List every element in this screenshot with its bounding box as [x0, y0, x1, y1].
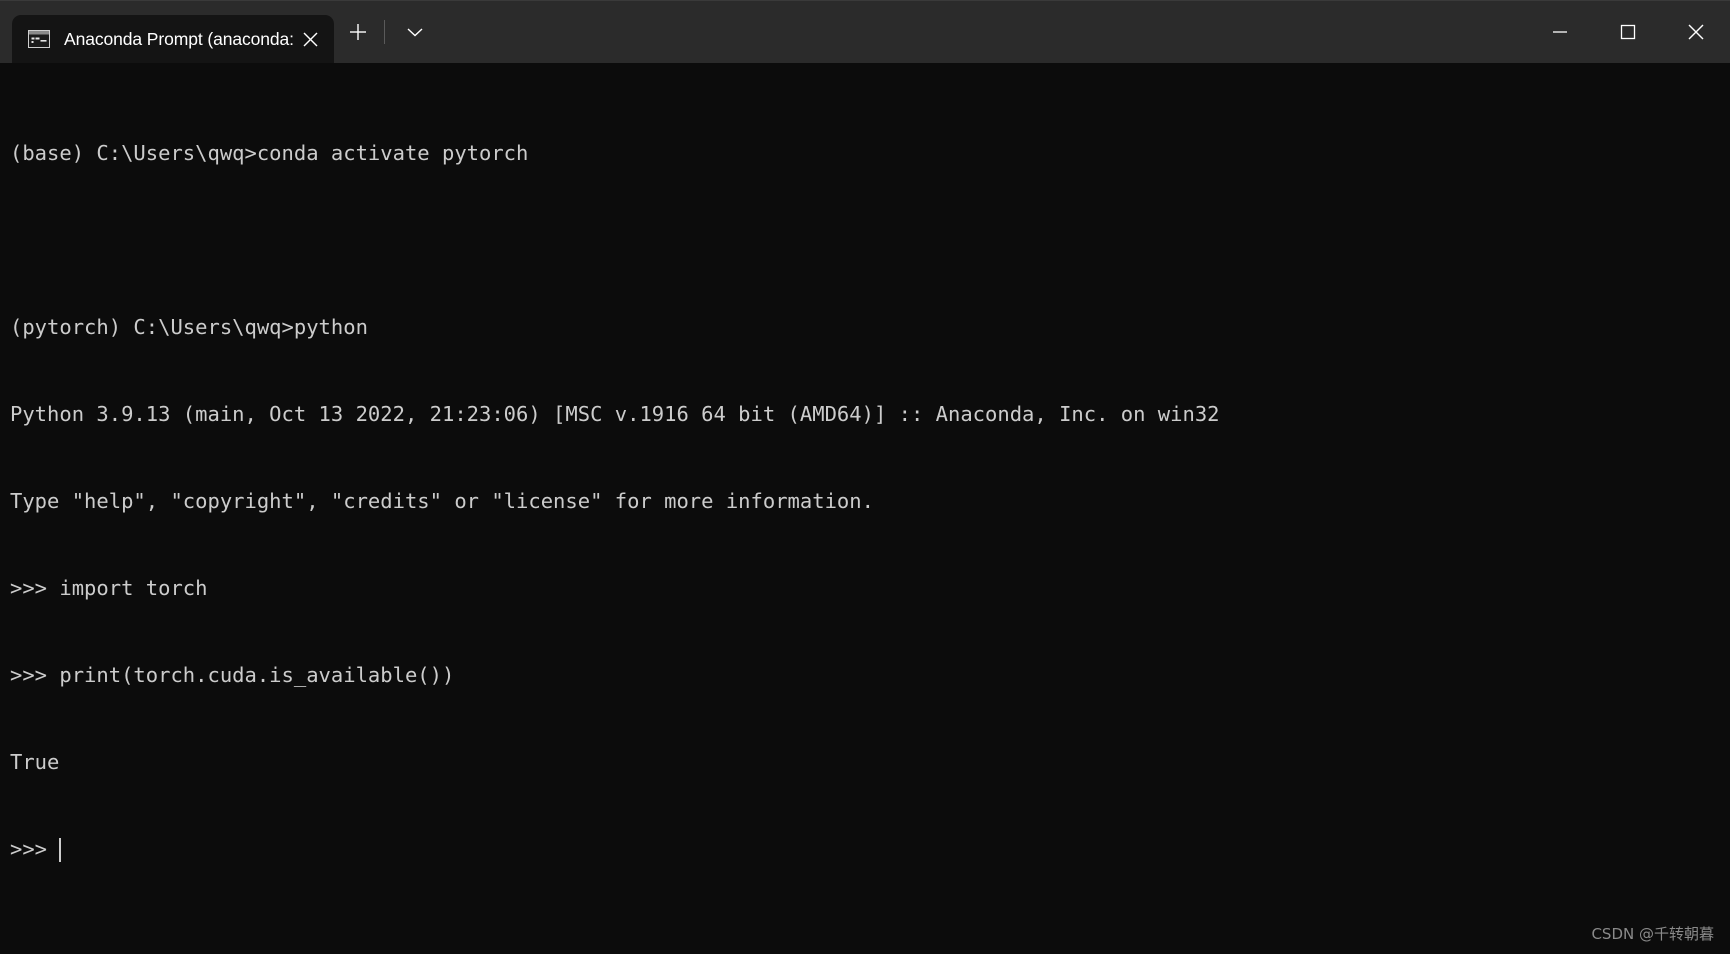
tab-strip: Anaconda Prompt (anaconda:	[0, 1, 435, 63]
tab-close-icon[interactable]	[294, 22, 328, 56]
terminal-output: (base) C:\Users\qwq>conda activate pytor…	[10, 81, 1730, 922]
chevron-down-icon[interactable]	[395, 14, 435, 50]
tab-actions	[334, 8, 435, 56]
console-window-icon	[28, 30, 50, 48]
watermark: CSDN @千转朝暮	[1591, 925, 1714, 943]
terminal-window: Anaconda Prompt (anaconda: (base) C:\Use…	[0, 0, 1730, 954]
close-button[interactable]	[1662, 1, 1730, 63]
terminal-line: >>> print(torch.cuda.is_available())	[10, 663, 455, 687]
terminal-line: Python 3.9.13 (main, Oct 13 2022, 21:23:…	[10, 402, 1220, 426]
minimize-button[interactable]	[1526, 1, 1594, 63]
terminal-line: Type "help", "copyright", "credits" or "…	[10, 489, 874, 513]
terminal-prompt-line: >>>	[10, 835, 1730, 864]
maximize-button[interactable]	[1594, 1, 1662, 63]
prompt-symbol: >>>	[10, 837, 48, 861]
terminal-line: >>> import torch	[10, 576, 208, 600]
title-bar: Anaconda Prompt (anaconda:	[0, 0, 1730, 63]
terminal-line: (base) C:\Users\qwq>conda activate pytor…	[10, 141, 529, 165]
tab-title: Anaconda Prompt (anaconda:	[64, 28, 294, 49]
new-tab-button[interactable]	[338, 14, 378, 50]
tab-anaconda-prompt[interactable]: Anaconda Prompt (anaconda:	[12, 15, 334, 63]
window-controls	[1526, 1, 1730, 63]
terminal-line: True	[10, 750, 60, 774]
terminal-content-area[interactable]: (base) C:\Users\qwq>conda activate pytor…	[0, 63, 1730, 954]
text-cursor	[59, 837, 62, 862]
toolbar-divider	[383, 20, 385, 44]
terminal-line: (pytorch) C:\Users\qwq>python	[10, 315, 368, 339]
